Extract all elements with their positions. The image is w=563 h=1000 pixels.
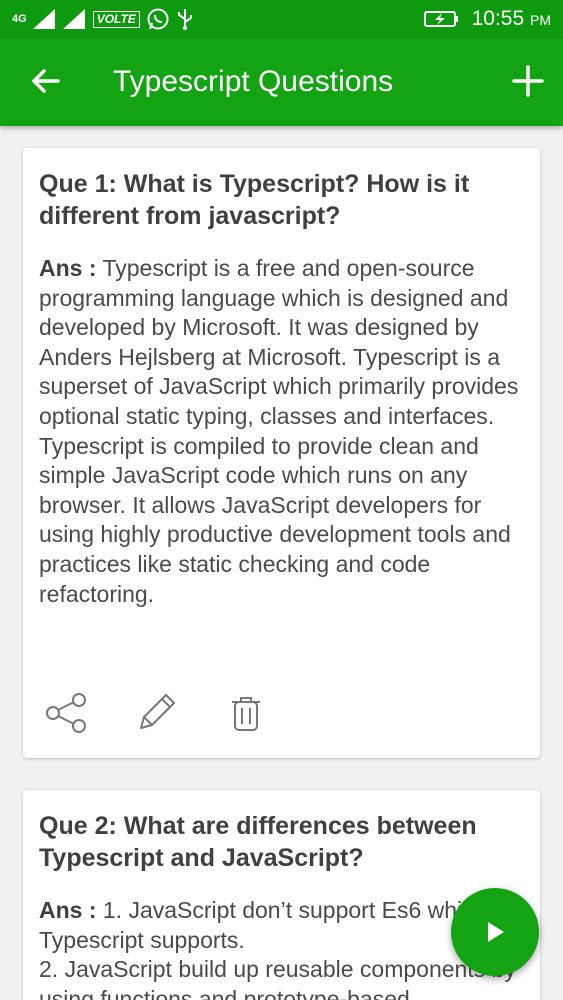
page-title: Typescript Questions: [113, 65, 394, 98]
question-title: Que 2: What are differences between Type…: [39, 812, 477, 872]
answer-body: 1. JavaScript don’t support Es6 while Ty…: [39, 897, 481, 953]
question-card[interactable]: Que 1: What is Typescript? How is it dif…: [23, 148, 540, 758]
answer-body: Typescript is a free and open-source pro…: [39, 255, 519, 607]
card-actions: [43, 690, 269, 736]
network-type: 4G: [12, 13, 27, 25]
signal-icon: [62, 9, 85, 29]
usb-icon: [177, 9, 192, 30]
status-bar: 4G VOLTE 10:55 PM: [0, 0, 563, 38]
answer-text: Ans : Typescript is a free and open-sour…: [39, 254, 528, 609]
share-icon[interactable]: [43, 690, 89, 736]
delete-trash-icon[interactable]: [223, 690, 269, 736]
whatsapp-icon: [147, 8, 169, 30]
answer-prefix: Ans :: [39, 255, 97, 281]
app-bar: Typescript Questions: [0, 38, 563, 126]
edit-pencil-icon[interactable]: [133, 690, 179, 736]
plus-icon[interactable]: [511, 64, 545, 98]
clock: 10:55 PM: [471, 7, 551, 30]
answer-prefix: Ans :: [39, 897, 97, 923]
play-button[interactable]: [451, 888, 539, 976]
battery-charging-icon: [423, 11, 458, 27]
answer-line: 2. JavaScript build up reusable componen…: [39, 956, 516, 1000]
question-title: Que 1: What is Typescript? How is it dif…: [39, 170, 470, 230]
question-card[interactable]: Que 2: What are differences between Type…: [23, 790, 540, 1000]
volte-badge: VOLTE: [92, 10, 140, 28]
arrow-back-icon[interactable]: [28, 64, 62, 98]
signal-icon: [32, 9, 55, 29]
play-icon: [488, 922, 504, 942]
